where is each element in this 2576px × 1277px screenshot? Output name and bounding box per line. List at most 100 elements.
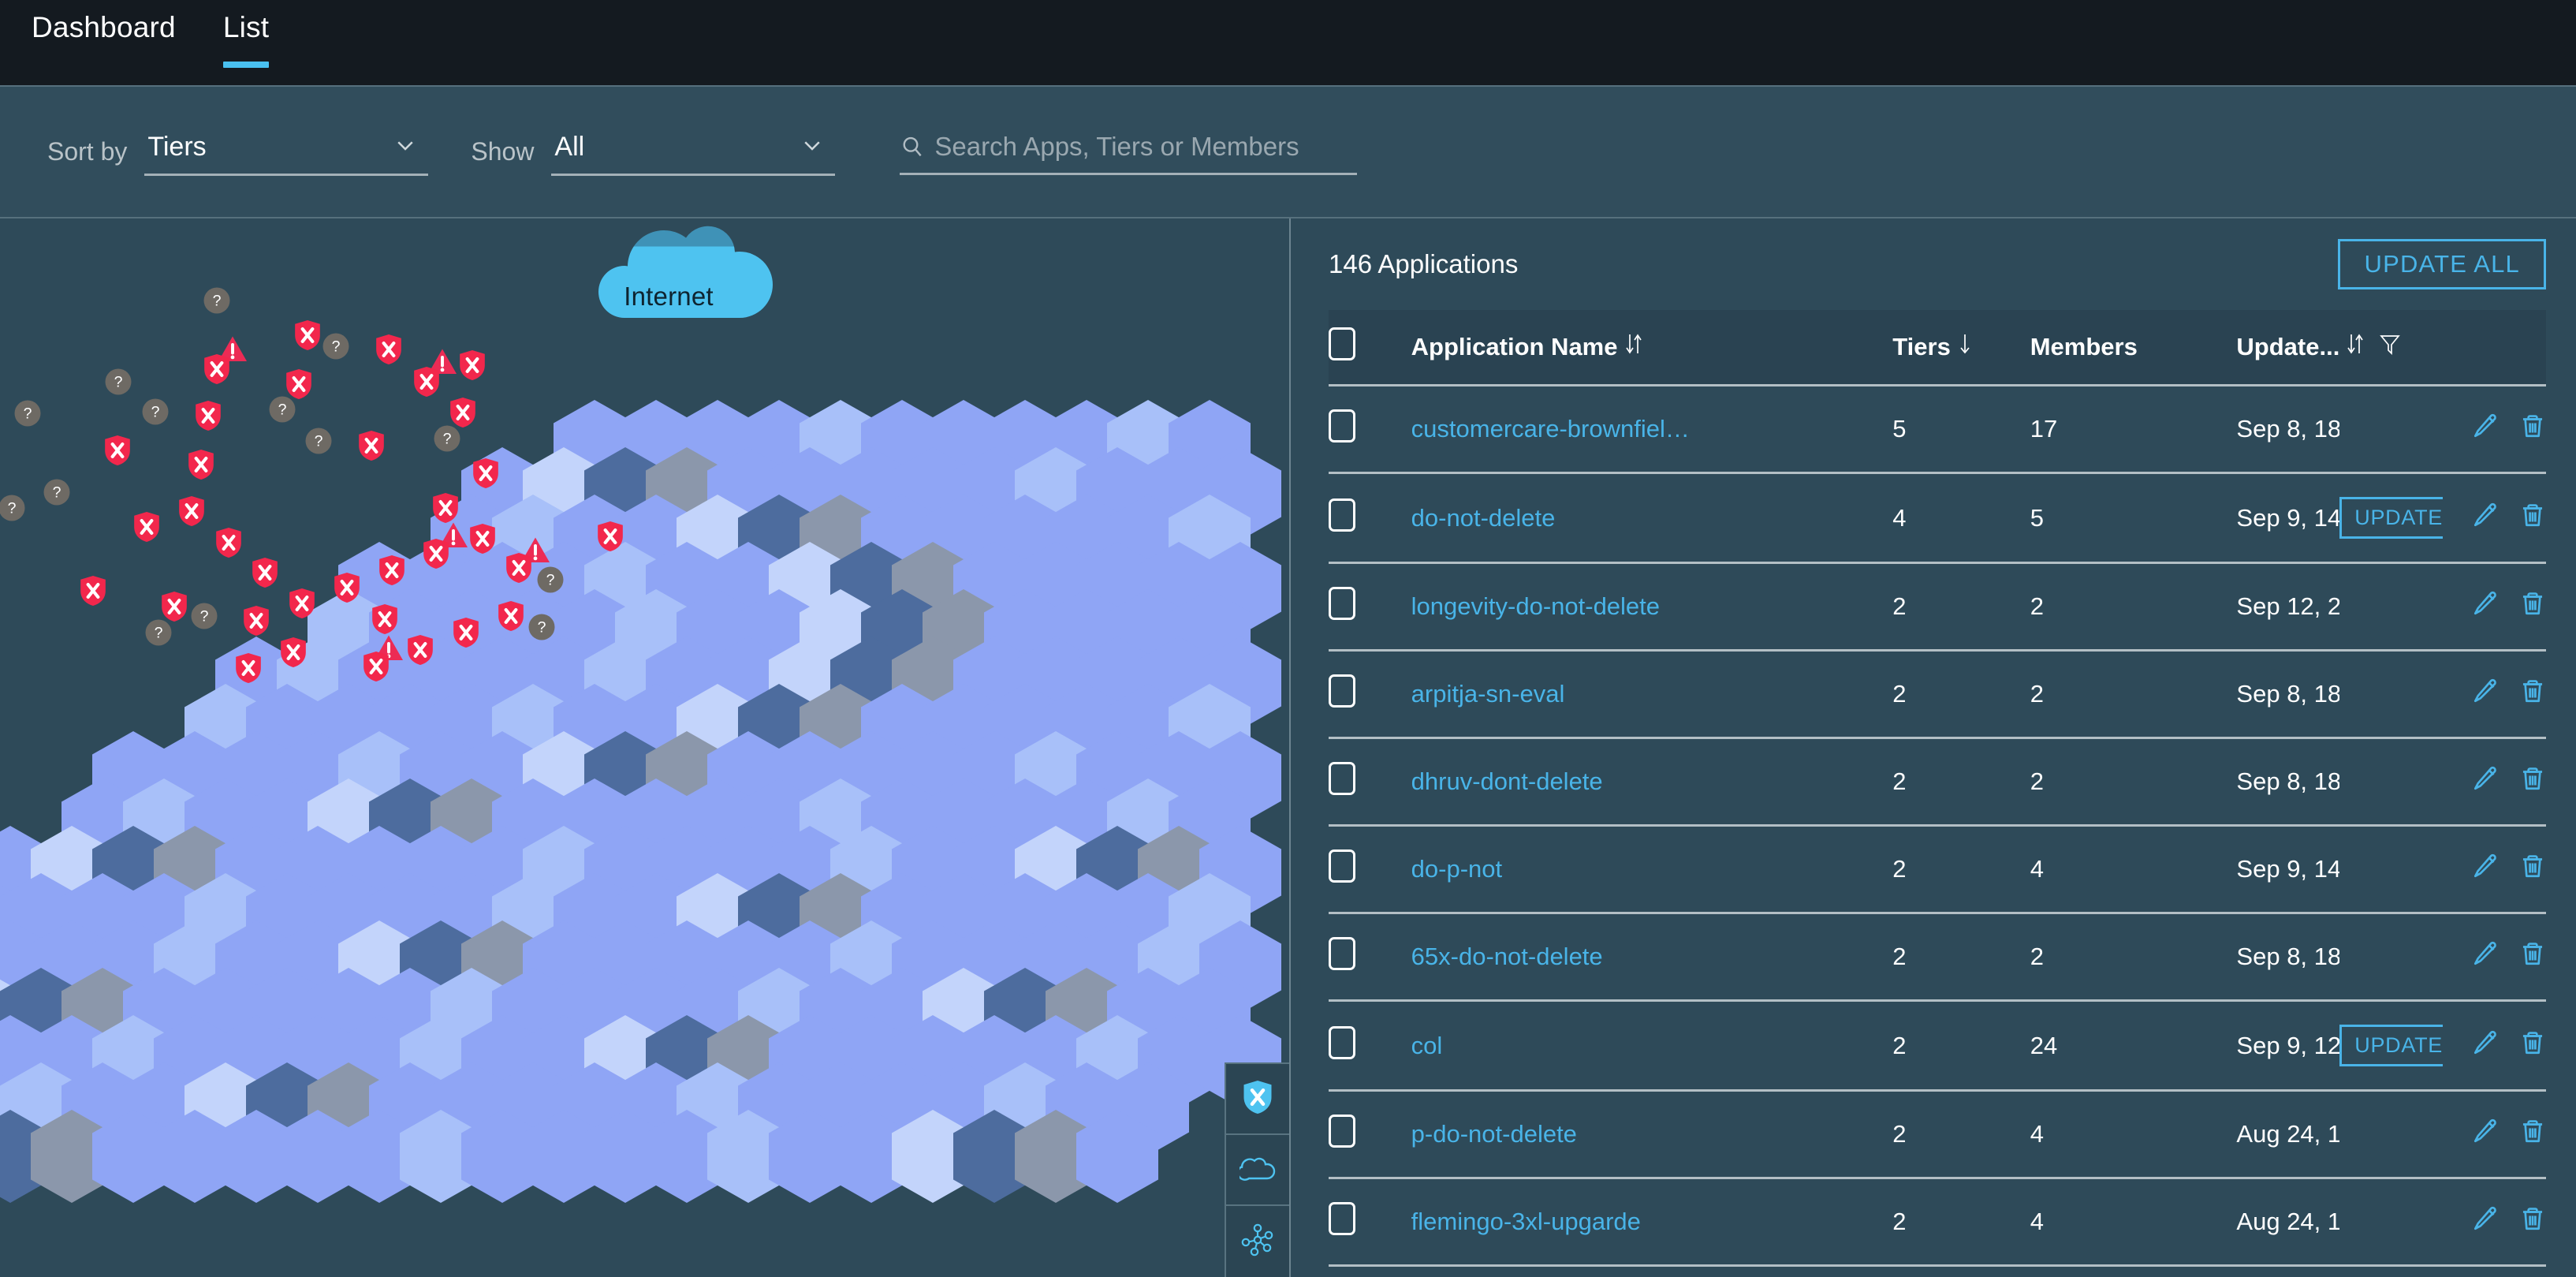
table-row[interactable]: jparimal-do-not-delete23Aug 26, 19:00 [1329,1265,2546,1277]
svg-text:?: ? [53,484,62,501]
application-name-link[interactable]: flemingo-3xl-upgarde [1411,1208,1727,1236]
tab-list[interactable]: List [199,0,293,85]
show-select[interactable]: All [551,129,836,176]
svg-text:?: ? [278,401,287,418]
pencil-icon[interactable] [2472,853,2499,886]
pencil-icon[interactable] [2472,940,2499,973]
table-row[interactable]: dhruv-dont-delete22Sep 8, 18:33 [1329,737,2546,827]
tab-dashboard[interactable]: Dashboard [8,0,199,85]
update-available-badge[interactable]: UPDATE AVAILABLE [2339,497,2444,539]
pencil-icon[interactable] [2472,590,2499,623]
trash-icon[interactable] [2519,413,2546,446]
shield-x-badge-icon [377,554,407,587]
pencil-icon[interactable] [2472,502,2499,535]
application-name-link[interactable]: 65x-do-not-delete [1411,943,1727,971]
row-checkbox[interactable] [1329,1115,1355,1148]
table-row[interactable]: 65x-do-not-delete22Sep 8, 18:33 [1329,913,2546,1002]
table-row[interactable]: flemingo-3xl-upgarde 24Aug 24, 11:01 [1329,1178,2546,1267]
application-name-link[interactable]: p-do-not-delete [1411,1120,1727,1148]
row-checkbox[interactable] [1329,1025,1355,1059]
tab-dashboard-label: Dashboard [32,11,176,43]
search-box[interactable] [900,129,1358,175]
table-row[interactable]: do-p-not 24Sep 9, 14:01 [1329,825,2546,914]
application-name-link[interactable]: col [1411,1032,1727,1060]
row-actions-cell [2443,385,2546,474]
trash-icon[interactable] [2519,940,2546,973]
updated-cell: Aug 24, 11:01 [2236,1178,2340,1267]
sort-both-icon [2346,332,2365,362]
application-name-link[interactable]: customercare-brownfiel… [1411,415,1727,443]
shield-x-icon [1241,1079,1274,1119]
application-name-cell: do-p-not [1411,825,1893,914]
shield-x-badge-icon [370,603,400,636]
table-row[interactable]: customercare-brownfiel… 517Sep 8, 18:33 [1329,385,2546,474]
update-available-badge[interactable]: UPDATE AVAILABLE [2339,1025,2444,1066]
row-select-cell [1329,1265,1411,1277]
select-all-checkbox[interactable] [1329,327,1355,360]
map-tool-topology[interactable] [1226,1206,1289,1277]
application-map-panel[interactable]: Internet ?????????????? [0,218,1291,1277]
question-badge-icon: ? [322,332,350,360]
show-value: All [554,131,585,162]
svg-text:?: ? [538,618,546,636]
trash-icon[interactable] [2519,1118,2546,1151]
row-checkbox[interactable] [1329,674,1355,708]
trash-icon[interactable] [2519,765,2546,798]
application-name-link[interactable]: arpitja-sn-eval [1411,680,1727,708]
tab-active-underline [222,62,270,68]
members-cell: 24 [2030,1000,2237,1092]
shield-x-badge-icon [374,333,404,366]
pencil-icon[interactable] [2472,1205,2499,1238]
application-name-link[interactable]: longevity-do-not-delete [1411,592,1727,621]
row-checkbox[interactable] [1329,849,1355,883]
table-row[interactable]: do-not-delete 45Sep 9, 14:12UPDATE AVAILA… [1329,472,2546,564]
trash-icon[interactable] [2519,678,2546,711]
pencil-icon[interactable] [2472,678,2499,711]
pencil-icon[interactable] [2472,1118,2499,1151]
table-row[interactable]: col 224Sep 9, 12:59UPDATE AVAILABLE [1329,1000,2546,1092]
trash-icon[interactable] [2519,853,2546,886]
trash-icon[interactable] [2519,502,2546,535]
shield-x-badge-icon [332,571,362,604]
pencil-icon[interactable] [2472,765,2499,798]
map-tool-cloud[interactable] [1226,1135,1289,1206]
column-header-members[interactable]: Members [2030,310,2237,386]
update-status-cell [2339,825,2444,914]
update-status-cell [2339,1265,2444,1277]
show-label: Show [471,137,535,166]
table-row[interactable]: longevity-do-not-delete22Sep 12, 20:00 [1329,562,2546,652]
chevron-down-icon [800,133,824,157]
application-name-link[interactable]: do-p-not [1411,855,1727,883]
search-input[interactable] [934,132,1358,162]
map-tool-policy[interactable] [1226,1064,1289,1135]
sort-by-select[interactable]: Tiers [144,129,429,176]
trash-icon[interactable] [2519,1029,2546,1062]
update-status-cell [2339,737,2444,827]
table-row[interactable]: arpitja-sn-eval22Sep 8, 18:33 [1329,650,2546,739]
application-name-link[interactable]: do-not-delete [1411,504,1727,532]
updated-cell: Sep 8, 18:33 [2236,913,2340,1002]
filter-funnel-icon[interactable] [2379,332,2401,362]
list-header: 146 Applications UPDATE ALL [1329,218,2546,310]
pencil-icon[interactable] [2472,413,2499,446]
row-checkbox[interactable] [1329,937,1355,970]
column-header-tiers[interactable]: Tiers [1892,310,2030,386]
row-checkbox[interactable] [1329,762,1355,795]
row-checkbox[interactable] [1329,498,1355,532]
row-actions-cell [2443,472,2546,564]
column-header-updated[interactable]: Update... [2236,310,2546,386]
trash-icon[interactable] [2519,1205,2546,1238]
trash-icon[interactable] [2519,590,2546,623]
row-checkbox[interactable] [1329,587,1355,620]
chevron-down-icon [393,133,417,157]
row-checkbox[interactable] [1329,1202,1355,1235]
table-header-row: Application Name Tiers Members Update... [1329,310,2546,386]
update-all-button[interactable]: UPDATE ALL [2338,239,2546,289]
table-row[interactable]: p-do-not-delete 24Aug 24, 16:00 [1329,1090,2546,1179]
update-status-cell [2339,1178,2444,1267]
row-checkbox[interactable] [1329,409,1355,442]
pencil-icon[interactable] [2472,1029,2499,1062]
application-name-link[interactable]: dhruv-dont-delete [1411,767,1727,796]
svg-text:?: ? [315,432,323,450]
column-header-application-name[interactable]: Application Name [1411,310,1893,386]
